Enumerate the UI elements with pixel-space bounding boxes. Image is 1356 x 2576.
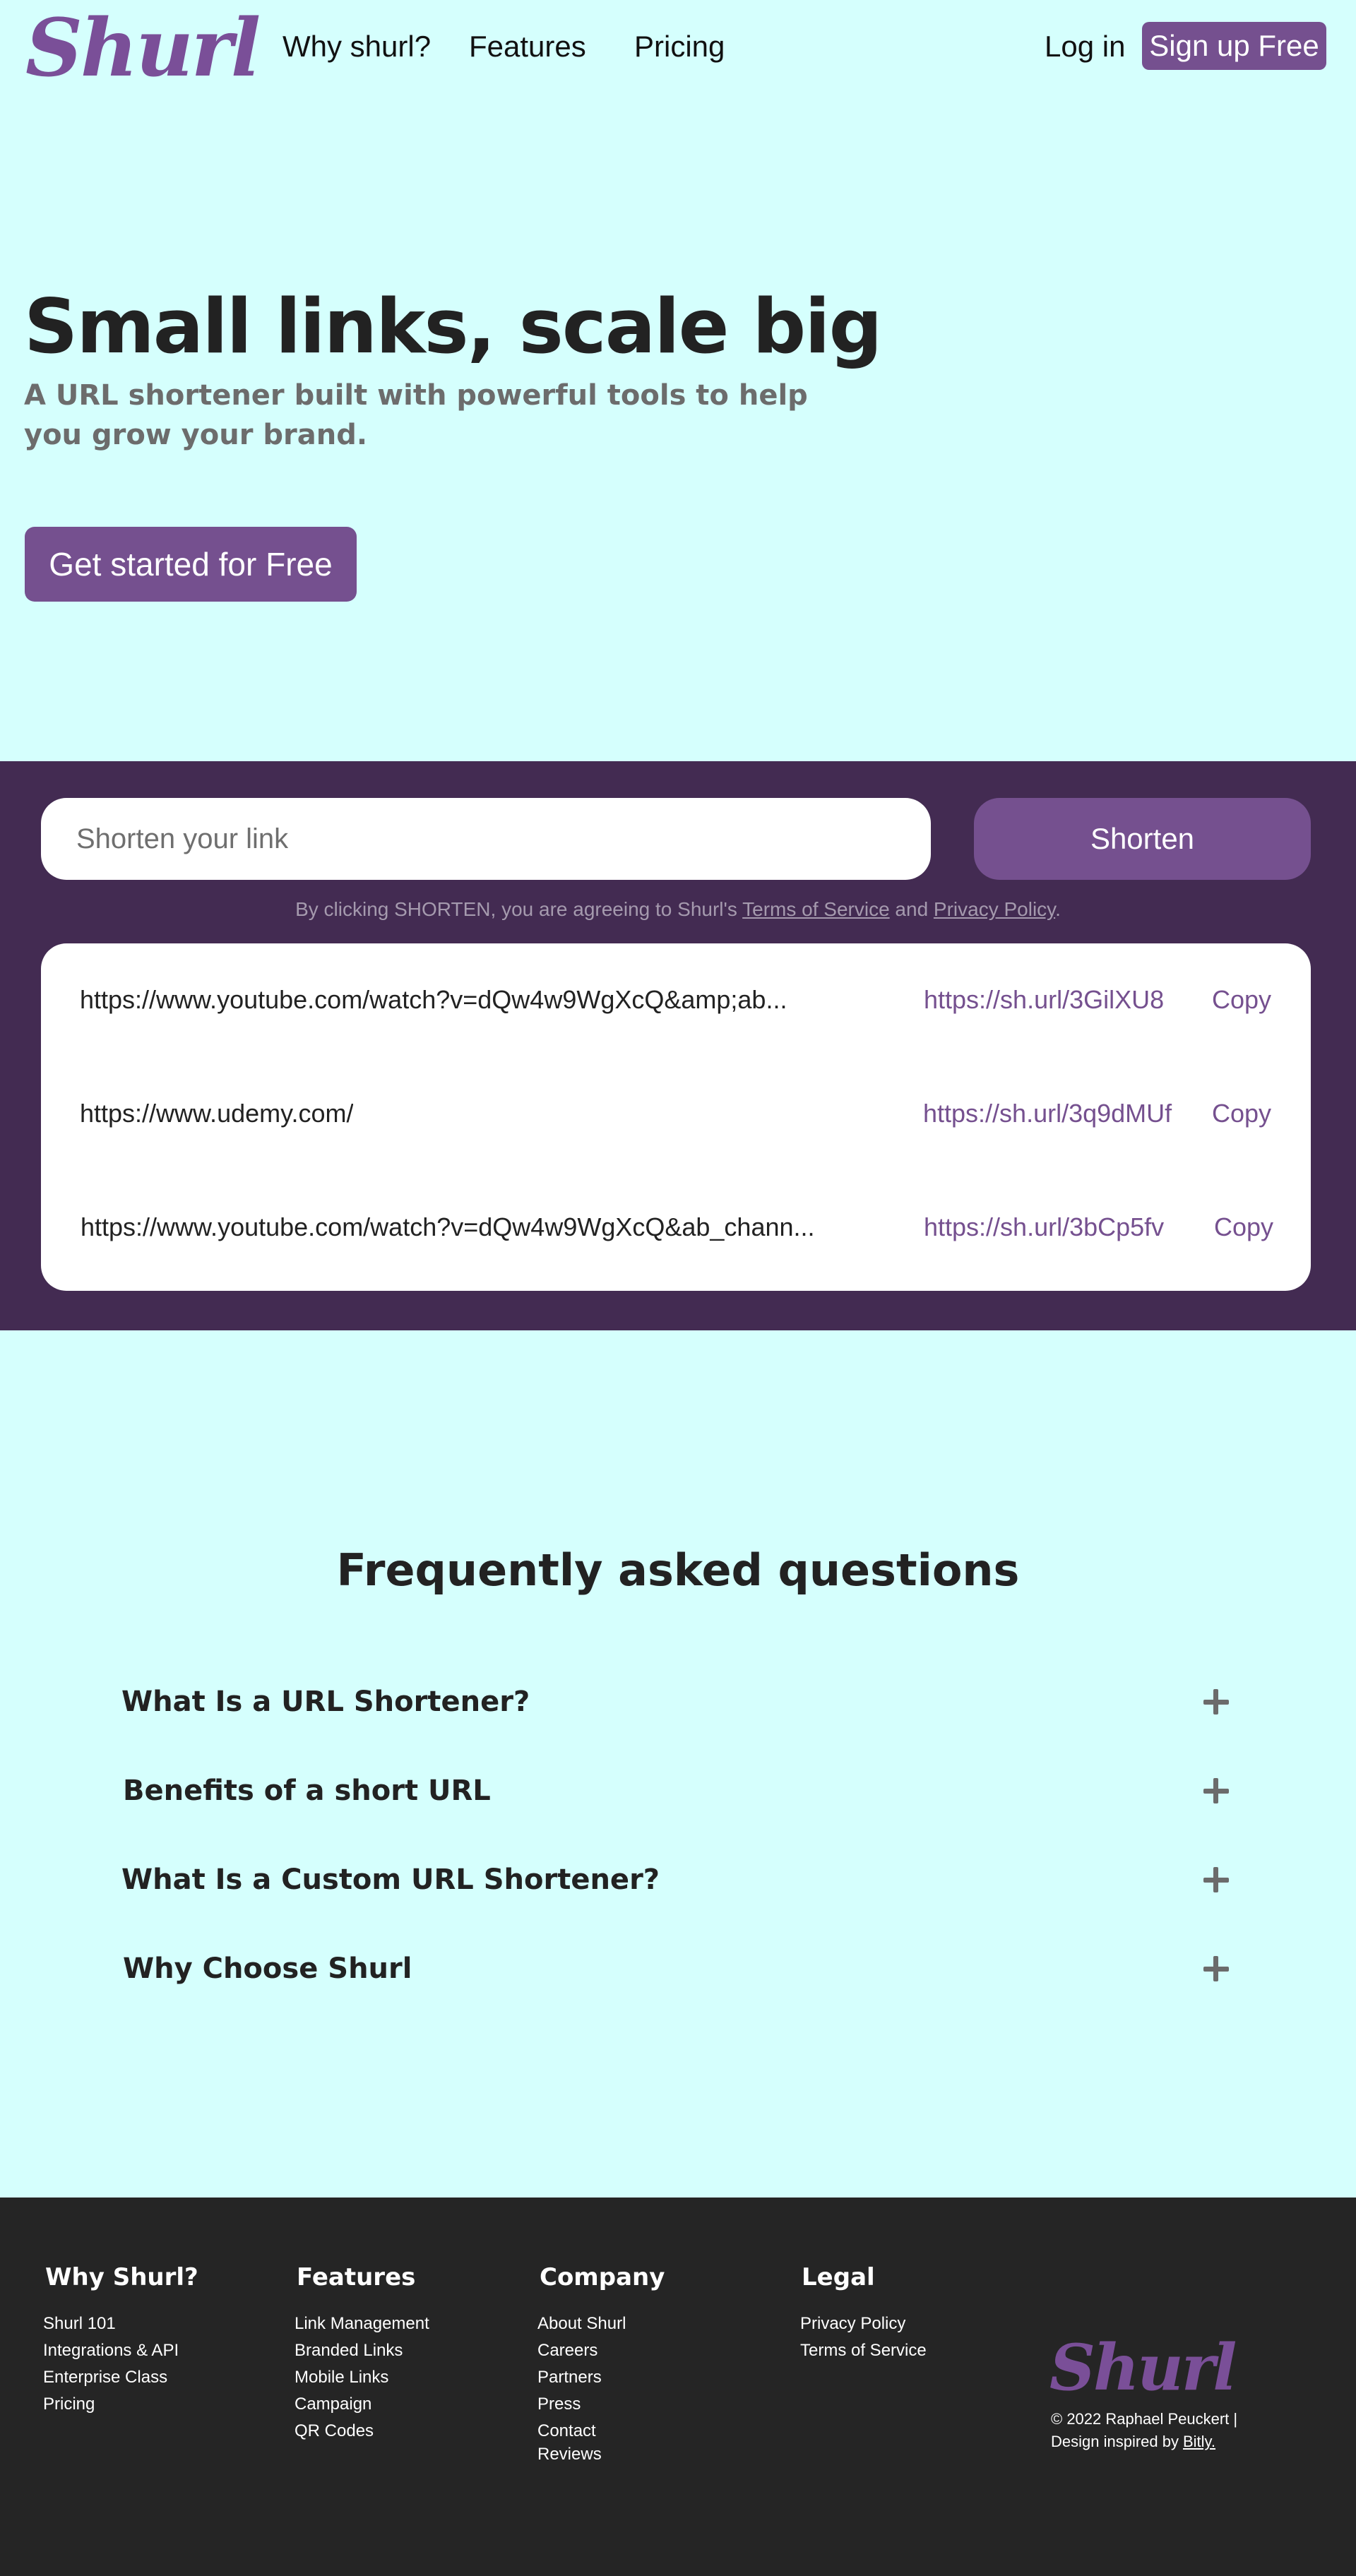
nav-link-features[interactable]: Features <box>469 25 586 68</box>
footer-link-reviews[interactable]: Reviews <box>537 2445 665 2464</box>
copyright-text: © 2022 Raphael Peuckert | <box>1051 2410 1238 2428</box>
login-link[interactable]: Log in <box>1045 25 1125 68</box>
shorten-button[interactable]: Shorten <box>974 798 1311 880</box>
footer: Why Shurl? Shurl 101 Integrations & API … <box>0 2198 1356 2576</box>
terms-of-service-link[interactable]: Terms of Service <box>742 898 890 920</box>
list-item: https://www.udemy.com/ https://sh.url/3q… <box>41 1085 1311 1142</box>
footer-heading: Company <box>540 2263 665 2291</box>
copy-button[interactable]: Copy <box>1212 1085 1271 1142</box>
disclaimer-suffix: . <box>1055 898 1061 920</box>
footer-link-about[interactable]: About Shurl <box>537 2310 665 2337</box>
footer-shurl-logo[interactable]: Shurl <box>1049 2329 1237 2407</box>
footer-link-shurl-101[interactable]: Shurl 101 <box>43 2310 198 2337</box>
page: Shurl Why shurl? Features Pricing Log in… <box>0 0 1356 2576</box>
design-credit: Design inspired by Bitly. <box>1051 2431 1319 2453</box>
footer-heading: Features <box>297 2263 416 2291</box>
faq-question: What Is a URL Shortener? <box>121 1686 530 1718</box>
original-url: https://www.udemy.com/ <box>80 1099 354 1128</box>
footer-column-legal: Legal Privacy Policy Terms of Service <box>800 2260 927 2364</box>
footer-link-press[interactable]: Press <box>537 2391 665 2418</box>
bitly-link[interactable]: Bitly. <box>1183 2433 1215 2450</box>
footer-link-terms[interactable]: Terms of Service <box>800 2337 927 2364</box>
footer-link-contact[interactable]: Contact <box>537 2418 665 2445</box>
footer-heading: Why Shurl? <box>45 2263 198 2291</box>
terms-disclaimer: By clicking SHORTEN, you are agreeing to… <box>0 898 1356 921</box>
footer-column-why-shurl: Why Shurl? Shurl 101 Integrations & API … <box>43 2260 198 2418</box>
list-item: https://www.youtube.com/watch?v=dQw4w9Wg… <box>41 1199 1311 1256</box>
footer-link-partners[interactable]: Partners <box>537 2364 665 2391</box>
faq-title: Frequently asked questions <box>336 1544 1020 1596</box>
plus-icon[interactable] <box>1195 1770 1237 1812</box>
nav-link-pricing[interactable]: Pricing <box>634 25 725 68</box>
hero-title: Small links, scale big <box>24 283 882 370</box>
faq-question: Benefits of a short URL <box>123 1775 491 1807</box>
footer-link-enterprise[interactable]: Enterprise Class <box>43 2364 198 2391</box>
disclaimer-and: and <box>889 898 934 920</box>
shurl-logo[interactable]: Shurl <box>25 3 261 95</box>
short-url-link[interactable]: https://sh.url/3GilXU8 <box>924 972 1164 1028</box>
footer-column-features: Features Link Management Branded Links M… <box>295 2260 429 2445</box>
shortened-links-list: https://www.youtube.com/watch?v=dQw4w9Wg… <box>41 943 1311 1291</box>
faq-item-custom-shortener[interactable]: What Is a Custom URL Shortener? <box>121 1852 1237 1908</box>
list-item: https://www.youtube.com/watch?v=dQw4w9Wg… <box>41 972 1311 1028</box>
footer-link-pricing[interactable]: Pricing <box>43 2391 198 2418</box>
design-credit-text: Design inspired by <box>1051 2433 1179 2450</box>
faq-item-url-shortener[interactable]: What Is a URL Shortener? <box>121 1674 1237 1730</box>
plus-icon[interactable] <box>1195 1681 1237 1723</box>
faq-item-why-choose[interactable]: Why Choose Shurl <box>121 1940 1237 1997</box>
shorten-url-input[interactable] <box>41 798 931 880</box>
short-url-link[interactable]: https://sh.url/3q9dMUf <box>923 1085 1172 1142</box>
hero-subtitle: A URL shortener built with powerful tool… <box>24 379 808 451</box>
copy-button[interactable]: Copy <box>1214 1199 1273 1256</box>
original-url: https://www.youtube.com/watch?v=dQw4w9Wg… <box>81 1212 815 1241</box>
footer-link-link-management[interactable]: Link Management <box>295 2310 429 2337</box>
footer-link-campaign[interactable]: Campaign <box>295 2391 429 2418</box>
nav-link-why-shurl[interactable]: Why shurl? <box>282 25 431 68</box>
disclaimer-prefix: By clicking SHORTEN, you are agreeing to… <box>295 898 743 920</box>
get-started-button[interactable]: Get started for Free <box>25 527 357 602</box>
privacy-policy-link[interactable]: Privacy Policy <box>934 898 1055 920</box>
footer-link-mobile-links[interactable]: Mobile Links <box>295 2364 429 2391</box>
short-url-link[interactable]: https://sh.url/3bCp5fv <box>924 1199 1164 1256</box>
original-url: https://www.youtube.com/watch?v=dQw4w9Wg… <box>80 985 787 1014</box>
footer-link-integrations[interactable]: Integrations & API <box>43 2337 198 2364</box>
signup-button[interactable]: Sign up Free <box>1142 22 1326 70</box>
footer-copyright: © 2022 Raphael Peuckert | Design inspire… <box>1051 2408 1319 2453</box>
footer-column-company: Company About Shurl Careers Partners Pre… <box>537 2260 665 2464</box>
faq-question: What Is a Custom URL Shortener? <box>121 1864 660 1896</box>
shorten-section: Shorten By clicking SHORTEN, you are agr… <box>0 761 1356 1330</box>
plus-icon[interactable] <box>1195 1859 1237 1901</box>
faq-item-benefits[interactable]: Benefits of a short URL <box>121 1763 1237 1819</box>
top-nav: Shurl Why shurl? Features Pricing Log in… <box>0 0 1356 95</box>
footer-link-careers[interactable]: Careers <box>537 2337 665 2364</box>
footer-link-branded-links[interactable]: Branded Links <box>295 2337 429 2364</box>
footer-link-qr-codes[interactable]: QR Codes <box>295 2418 429 2445</box>
footer-link-privacy[interactable]: Privacy Policy <box>800 2310 927 2337</box>
footer-heading: Legal <box>802 2263 875 2291</box>
plus-icon[interactable] <box>1195 1948 1237 1990</box>
copy-button[interactable]: Copy <box>1212 972 1271 1028</box>
faq-question: Why Choose Shurl <box>123 1952 412 1985</box>
